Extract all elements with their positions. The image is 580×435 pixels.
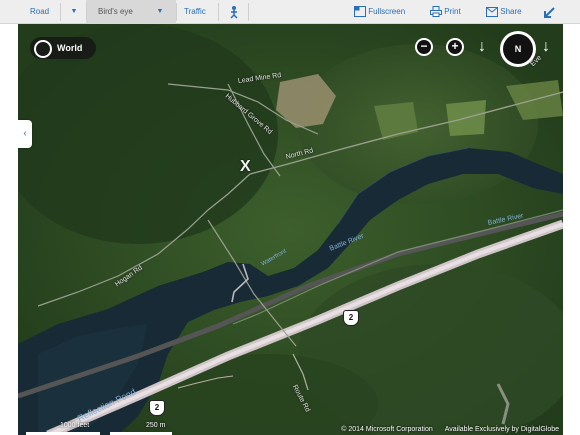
zoom-in-button[interactable]: + (446, 38, 464, 56)
compass-north-icon: N (503, 34, 533, 64)
world-label: World (57, 43, 83, 53)
rotate-right-arrow-icon[interactable]: ↓ (542, 39, 550, 55)
birds-eye-dropdown-chevron-icon[interactable]: ▼ (152, 0, 168, 24)
minus-icon: − (417, 40, 431, 54)
aerial-map-canvas[interactable]: ‹ World − + ↓ N ↓ Lead Mine Rd Hubbard G… (18, 24, 563, 435)
world-view-button[interactable]: World (30, 37, 96, 59)
print-label: Print (444, 7, 461, 16)
toolbar-divider (218, 3, 219, 21)
directions-person-icon[interactable] (228, 0, 240, 24)
sidebar-toggle-chevron-icon[interactable]: ‹ (18, 120, 32, 148)
road-view-button[interactable]: Road (30, 0, 49, 24)
map-toolbar: Road ▼ Bird's eye ▼ Traffic Fullscreen P… (0, 0, 580, 24)
scale-label-meters: 250 m (146, 422, 166, 429)
location-marker-icon[interactable]: X (240, 158, 251, 176)
fullscreen-icon (354, 6, 366, 18)
imagery-credit: Available Exclusively by DigitalGlobe (444, 426, 559, 433)
scale-label-feet: 1000 feet (60, 422, 90, 429)
left-page-margin (0, 24, 18, 435)
toolbar-divider (248, 3, 249, 21)
share-label: Share (500, 7, 522, 16)
traffic-button[interactable]: Traffic (184, 0, 206, 24)
print-icon (430, 6, 442, 18)
birds-eye-view-button[interactable]: Bird's eye (98, 0, 133, 24)
toolbar-divider (60, 3, 61, 21)
envelope-icon (486, 6, 498, 17)
share-button[interactable]: Share (486, 0, 522, 24)
aerial-imagery (18, 24, 563, 435)
road-dropdown-chevron-icon[interactable]: ▼ (66, 0, 82, 24)
route-shield-icon: 2 (343, 310, 359, 326)
toolbar-divider (86, 3, 87, 21)
fullscreen-button[interactable]: Fullscreen (354, 0, 405, 24)
fullscreen-label: Fullscreen (368, 7, 406, 16)
toolbar-divider (176, 3, 177, 21)
collapse-arrow-icon[interactable] (543, 0, 555, 24)
route-shield-icon: 2 (149, 400, 165, 416)
locate-icon (34, 40, 52, 58)
right-page-margin (563, 24, 580, 435)
copyright-text: © 2014 Microsoft Corporation (341, 426, 433, 433)
print-button[interactable]: Print (430, 0, 461, 24)
rotate-left-arrow-icon[interactable]: ↓ (478, 39, 486, 55)
plus-icon: + (448, 40, 462, 54)
zoom-out-button[interactable]: − (415, 38, 433, 56)
map-attribution: © 2014 Microsoft Corporation Available E… (341, 426, 559, 433)
